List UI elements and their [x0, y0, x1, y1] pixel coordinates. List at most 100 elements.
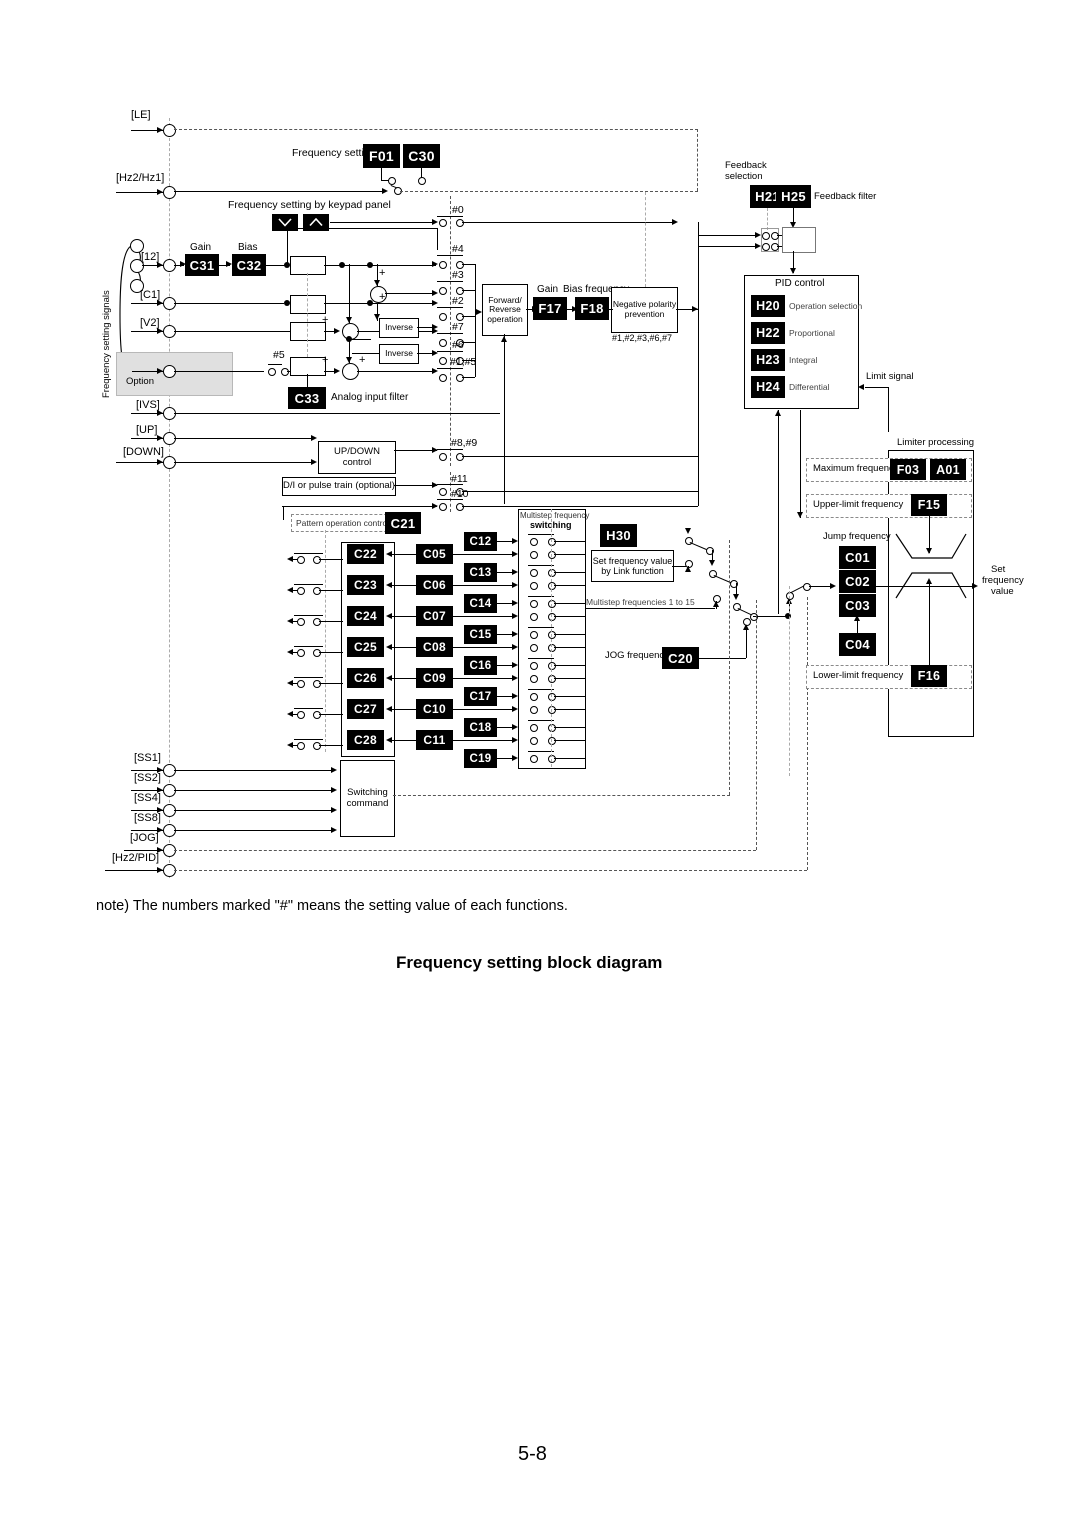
- switch-pole-left-89[interactable]: [439, 453, 447, 461]
- code-c02[interactable]: C02: [839, 570, 876, 593]
- code-c33[interactable]: C33: [288, 387, 326, 409]
- switch-pole-left-11[interactable]: [439, 488, 447, 496]
- ms-switch-13a[interactable]: [530, 724, 538, 732]
- code-c24[interactable]: C24: [347, 606, 384, 626]
- switch-node-f01[interactable]: [388, 177, 396, 185]
- code-c09[interactable]: C09: [416, 668, 453, 688]
- code-c17[interactable]: C17: [464, 687, 497, 706]
- code-f16[interactable]: F16: [911, 665, 947, 687]
- code-f18[interactable]: F18: [575, 297, 609, 320]
- ms-switch-12b[interactable]: [548, 706, 556, 714]
- ms-switch-10a[interactable]: [530, 675, 538, 683]
- ms-switch-9a[interactable]: [530, 662, 538, 670]
- ms-switch-14b[interactable]: [548, 737, 556, 745]
- code-c19[interactable]: C19: [464, 749, 497, 768]
- ms-switch-3b[interactable]: [548, 569, 556, 577]
- ms-switch-3a[interactable]: [530, 569, 538, 577]
- ms-switch-5a[interactable]: [530, 600, 538, 608]
- terminal-hz2hz1[interactable]: [163, 186, 176, 199]
- code-h24[interactable]: H24: [751, 376, 785, 398]
- pattern-switch-6b[interactable]: [313, 711, 321, 719]
- code-c26[interactable]: C26: [347, 668, 384, 688]
- pattern-switch-5b[interactable]: [313, 680, 321, 688]
- switch-pole-left-6[interactable]: [439, 357, 447, 365]
- pattern-switch-3b[interactable]: [313, 618, 321, 626]
- ms-switch-6b[interactable]: [548, 613, 556, 621]
- code-c06[interactable]: C06: [416, 575, 453, 595]
- pattern-switch-5a[interactable]: [297, 680, 305, 688]
- code-c21[interactable]: C21: [385, 512, 421, 534]
- pattern-switch-1a[interactable]: [297, 556, 305, 564]
- code-c25[interactable]: C25: [347, 637, 384, 657]
- ms-switch-7b[interactable]: [548, 631, 556, 639]
- code-h30[interactable]: H30: [600, 524, 637, 547]
- ms-switch-11b[interactable]: [548, 693, 556, 701]
- code-c18[interactable]: C18: [464, 718, 497, 737]
- mux-sw-4b[interactable]: [803, 583, 811, 591]
- code-c03[interactable]: C03: [839, 594, 876, 617]
- code-a01[interactable]: A01: [930, 459, 966, 480]
- ms-switch-14a[interactable]: [530, 737, 538, 745]
- code-c12[interactable]: C12: [464, 532, 497, 551]
- pattern-switch-1b[interactable]: [313, 556, 321, 564]
- code-h22[interactable]: H22: [751, 322, 785, 344]
- pattern-switch-6a[interactable]: [297, 711, 305, 719]
- ms-switch-9b[interactable]: [548, 662, 556, 670]
- pattern-switch-7b[interactable]: [313, 742, 321, 750]
- code-h23[interactable]: H23: [751, 349, 785, 371]
- code-c04[interactable]: C04: [839, 633, 876, 656]
- code-c14[interactable]: C14: [464, 594, 497, 613]
- ms-switch-11a[interactable]: [530, 693, 538, 701]
- code-c15[interactable]: C15: [464, 625, 497, 644]
- terminal-le[interactable]: [163, 124, 176, 137]
- switch-pole-left-10[interactable]: [439, 503, 447, 511]
- code-h20[interactable]: H20: [751, 295, 785, 317]
- code-c16[interactable]: C16: [464, 656, 497, 675]
- code-c22[interactable]: C22: [347, 544, 384, 564]
- pattern-switch-2b[interactable]: [313, 587, 321, 595]
- code-c32[interactable]: C32: [232, 254, 266, 276]
- pattern-switch-2a[interactable]: [297, 587, 305, 595]
- switch-pole-right-89[interactable]: [456, 453, 464, 461]
- switch-node-c30[interactable]: [418, 177, 426, 185]
- fb-sw-2b[interactable]: [771, 243, 779, 251]
- pattern-switch-3a[interactable]: [297, 618, 305, 626]
- code-h25[interactable]: H25: [776, 185, 811, 208]
- switch-pole-left-3[interactable]: [439, 287, 447, 295]
- code-c20[interactable]: C20: [662, 647, 699, 669]
- switch-pole-left-7[interactable]: [439, 339, 447, 347]
- ms-switch-15b[interactable]: [548, 755, 556, 763]
- code-f15[interactable]: F15: [911, 494, 947, 516]
- ms-switch-2a[interactable]: [530, 551, 538, 559]
- ms-switch-1b[interactable]: [548, 538, 556, 546]
- ms-switch-8b[interactable]: [548, 644, 556, 652]
- switch-pole-right-4[interactable]: [456, 261, 464, 269]
- switch-pole-right-0[interactable]: [456, 219, 464, 227]
- fb-sw-2a[interactable]: [762, 243, 770, 251]
- ms-switch-6a[interactable]: [530, 613, 538, 621]
- switch-pole-left-0[interactable]: [439, 219, 447, 227]
- ms-switch-13b[interactable]: [548, 724, 556, 732]
- fb-sw-1b[interactable]: [771, 232, 779, 240]
- switch-pole-left-2[interactable]: [439, 313, 447, 321]
- code-f01[interactable]: F01: [363, 144, 400, 168]
- code-c01[interactable]: C01: [839, 546, 876, 569]
- ms-switch-15a[interactable]: [530, 755, 538, 763]
- code-c23[interactable]: C23: [347, 575, 384, 595]
- code-c13[interactable]: C13: [464, 563, 497, 582]
- code-c28[interactable]: C28: [347, 730, 384, 750]
- code-c27[interactable]: C27: [347, 699, 384, 719]
- code-c31[interactable]: C31: [185, 254, 219, 276]
- switch-pole-right-3[interactable]: [456, 287, 464, 295]
- ms-switch-5b[interactable]: [548, 600, 556, 608]
- ms-switch-7a[interactable]: [530, 631, 538, 639]
- ms-switch-4b[interactable]: [548, 582, 556, 590]
- switch-pole-b[interactable]: [281, 368, 289, 376]
- switch-pole-left-4[interactable]: [439, 261, 447, 269]
- terminal-12[interactable]: [163, 259, 176, 272]
- code-f17[interactable]: F17: [533, 297, 567, 320]
- switch-pole-right-2[interactable]: [456, 313, 464, 321]
- ms-switch-10b[interactable]: [548, 675, 556, 683]
- ms-switch-8a[interactable]: [530, 644, 538, 652]
- code-f03[interactable]: F03: [890, 459, 926, 480]
